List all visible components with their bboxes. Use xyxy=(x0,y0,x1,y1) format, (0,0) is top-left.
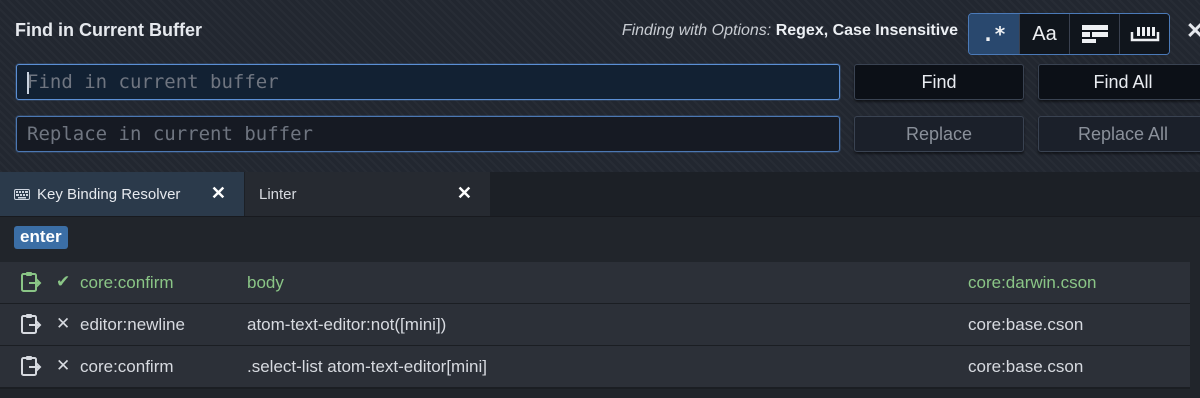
in-selection-toggle-button[interactable] xyxy=(1069,14,1119,54)
find-and-replace-panel: Find in Current Buffer Finding with Opti… xyxy=(0,0,1200,172)
key-binding-resolver: enter ✔ core:confirm body core:darwin.cs… xyxy=(0,217,1200,398)
whole-word-icon xyxy=(1130,27,1159,42)
find-option-buttons: .* Aa xyxy=(968,13,1170,55)
replace-placeholder: Replace in current buffer xyxy=(27,123,313,145)
regex-toggle-button[interactable]: .* xyxy=(969,14,1019,54)
command-name: core:confirm xyxy=(80,357,174,376)
command-name: core:confirm xyxy=(80,273,174,292)
tab-key-binding-resolver[interactable]: Key Binding Resolver ✕ xyxy=(0,172,244,216)
selector: .select-list atom-text-editor[mini] xyxy=(247,357,487,376)
regex-icon: .* xyxy=(981,22,1007,46)
replace-input[interactable]: Replace in current buffer xyxy=(16,116,840,152)
clipboard-icon[interactable] xyxy=(20,313,42,340)
tab-bar: Key Binding Resolver ✕ Linter ✕ xyxy=(0,172,1200,217)
find-input[interactable]: Find in current buffer xyxy=(16,64,840,100)
clipboard-icon[interactable] xyxy=(20,355,42,382)
find-options-description: Finding with Options: Regex, Case Insens… xyxy=(622,22,958,40)
options-value: Regex, Case Insensitive xyxy=(775,22,958,39)
panel-title: Find in Current Buffer xyxy=(15,20,202,40)
command-name: editor:newline xyxy=(80,315,185,334)
binding-row[interactable]: ✕ core:confirm .select-list atom-text-ed… xyxy=(0,346,1190,389)
find-all-button[interactable]: Find All xyxy=(1038,64,1200,100)
tab-label: Linter xyxy=(259,185,297,203)
selection-icon xyxy=(1081,25,1108,43)
selector: atom-text-editor:not([mini]) xyxy=(247,315,447,334)
keystroke-badge: enter xyxy=(14,226,68,249)
find-placeholder: Find in current buffer xyxy=(27,71,279,93)
keymap-source: core:darwin.cson xyxy=(968,273,1097,292)
check-icon: ✔ xyxy=(56,272,71,291)
tab-label: Key Binding Resolver xyxy=(37,185,181,203)
binding-row[interactable]: ✕ editor:newline atom-text-editor:not([m… xyxy=(0,304,1190,347)
keymap-source: core:base.cson xyxy=(968,357,1084,376)
clipboard-icon[interactable] xyxy=(20,271,42,298)
keymap-source: core:base.cson xyxy=(968,315,1084,334)
replace-all-button[interactable]: Replace All xyxy=(1038,116,1200,152)
whole-word-toggle-button[interactable] xyxy=(1119,14,1169,54)
selector: body xyxy=(247,273,284,292)
tab-close-icon[interactable]: ✕ xyxy=(211,183,226,204)
x-icon: ✕ xyxy=(56,356,71,375)
case-sensitive-icon: Aa xyxy=(1032,22,1057,45)
close-panel-icon[interactable]: ✕ xyxy=(1186,18,1200,44)
x-icon: ✕ xyxy=(56,314,71,333)
replace-button[interactable]: Replace xyxy=(854,116,1024,152)
case-sensitive-toggle-button[interactable]: Aa xyxy=(1019,14,1069,54)
keyboard-icon xyxy=(14,188,30,200)
find-button[interactable]: Find xyxy=(854,64,1024,100)
binding-row[interactable]: ✔ core:confirm body core:darwin.cson xyxy=(0,262,1190,305)
tab-close-icon[interactable]: ✕ xyxy=(457,183,472,204)
options-label: Finding with Options: xyxy=(621,22,772,39)
tab-linter[interactable]: Linter ✕ xyxy=(245,172,490,216)
